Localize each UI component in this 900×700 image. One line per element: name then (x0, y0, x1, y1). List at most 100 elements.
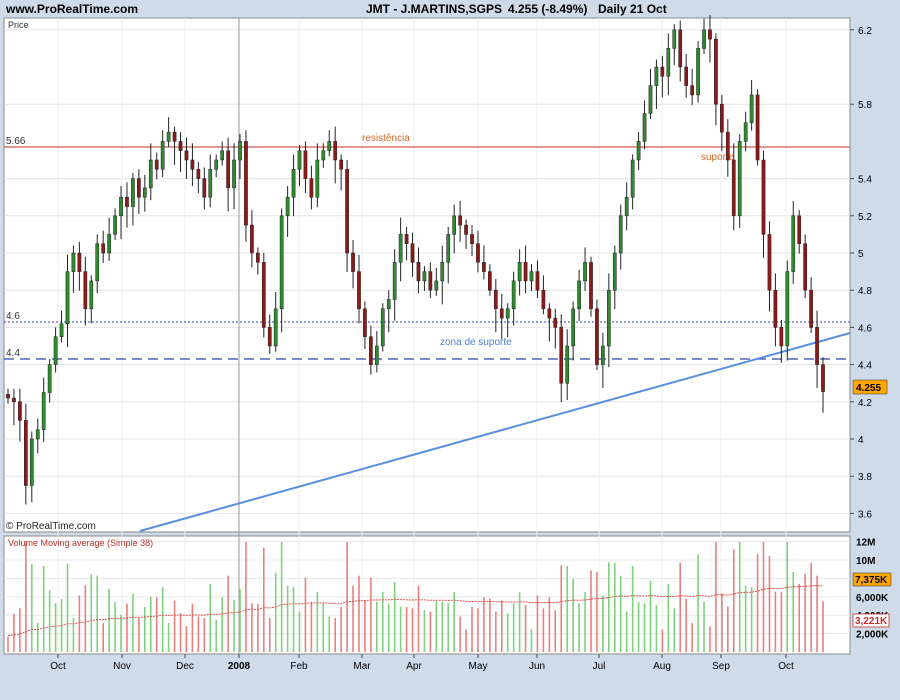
candle-body (190, 159, 195, 170)
volume-bar (619, 575, 622, 652)
volume-bar (792, 571, 795, 652)
volume-bar (381, 591, 384, 652)
candle-body (803, 243, 808, 291)
candle-body (470, 234, 474, 244)
volume-bar (78, 595, 81, 652)
candle-body (493, 289, 498, 310)
volume-bar (524, 605, 527, 652)
volume-bar (48, 590, 51, 652)
volume-bar (512, 603, 515, 652)
volume-bar (239, 588, 241, 652)
candle-body (238, 141, 242, 161)
support-high-label: 4.6 (6, 311, 20, 322)
volume-bar (679, 562, 682, 652)
volume-bar (608, 562, 610, 652)
volume-bar (114, 601, 116, 652)
volume-bar (596, 571, 598, 652)
candle-body (624, 196, 629, 217)
price-tick-label: 5 (858, 249, 864, 260)
volume-bar (643, 603, 646, 652)
volume-bar (756, 554, 759, 652)
volume-bar (280, 542, 283, 652)
candle-body (696, 48, 700, 96)
candle-body (261, 262, 266, 328)
volume-bar (798, 583, 801, 652)
candle-body (65, 271, 70, 324)
time-tick-label: Sep (712, 661, 730, 672)
candle-body (737, 141, 742, 217)
candle-body (6, 394, 10, 399)
candle-body (571, 308, 575, 347)
candle-body (125, 196, 129, 207)
volume-bar (215, 619, 218, 652)
volume-bar (691, 623, 693, 652)
volume-bar (120, 614, 122, 652)
volume-bar (661, 629, 664, 652)
candle-body (285, 196, 290, 217)
candle-body (172, 131, 177, 142)
volume-bar (732, 549, 735, 652)
candle-body (755, 94, 760, 161)
candle-body (767, 234, 772, 291)
volume-bar (786, 542, 789, 652)
volume-bar (441, 601, 444, 652)
volume-bar (768, 555, 771, 652)
volume-bar (274, 572, 277, 652)
candle-body (119, 196, 123, 217)
volume-bar (54, 603, 57, 652)
time-tick-label: Jul (593, 661, 606, 672)
resistance-annotation: resistência (362, 133, 410, 144)
time-tick-label: Oct (50, 661, 66, 672)
last-price-marker-text: 4.255 (856, 383, 881, 394)
volume-bar (316, 591, 319, 652)
candle-body (815, 327, 819, 365)
volume-bar (655, 605, 658, 652)
volume-bar (399, 606, 402, 652)
copyright-label: © ProRealTime.com (6, 521, 96, 532)
candle-body (47, 364, 52, 393)
volume-bar (709, 626, 711, 652)
time-tick-label: Nov (113, 661, 131, 672)
time-tick-label: 2008 (228, 661, 251, 672)
volume-bar (173, 600, 176, 652)
price-tick-label: 6.2 (858, 26, 872, 37)
candle-body (434, 280, 439, 291)
candle-body (244, 141, 248, 226)
candle-body (339, 159, 343, 170)
volume-bar (548, 597, 551, 652)
time-tick-label: Oct (778, 661, 794, 672)
candle-body (369, 336, 373, 365)
volume-bar (625, 611, 628, 652)
volume-bar (7, 636, 9, 652)
volume-bar (465, 629, 467, 652)
volume-bar (590, 570, 592, 652)
candle-body (279, 215, 284, 310)
chart-window: www.ProRealTime.com JMT - J.MARTINS,SGPS… (0, 0, 900, 700)
price-tick-label: 4.6 (858, 323, 872, 334)
volume-bar (429, 611, 432, 652)
volume-bar (298, 611, 301, 652)
candle-body (452, 215, 457, 235)
volume-bar (96, 575, 99, 652)
candle-body (553, 317, 558, 328)
candle-body (678, 29, 683, 68)
candle-body (148, 159, 153, 189)
candle-body (267, 327, 272, 347)
candle-body (749, 94, 754, 124)
candle-body (101, 243, 106, 254)
candle-body (779, 327, 784, 347)
candle-body (654, 66, 659, 86)
volume-bar (376, 601, 378, 652)
volume-bar (191, 603, 194, 652)
candle-body (791, 215, 796, 272)
volume-bar (144, 606, 146, 652)
volume-bar (286, 585, 289, 652)
candle-body (488, 271, 492, 291)
candle-body (416, 262, 421, 282)
candle-body (303, 150, 308, 179)
candle-body (166, 131, 171, 142)
candle-body (702, 29, 706, 49)
volume-bar (221, 597, 223, 652)
candle-body (785, 271, 790, 347)
volume-bar (471, 606, 473, 652)
